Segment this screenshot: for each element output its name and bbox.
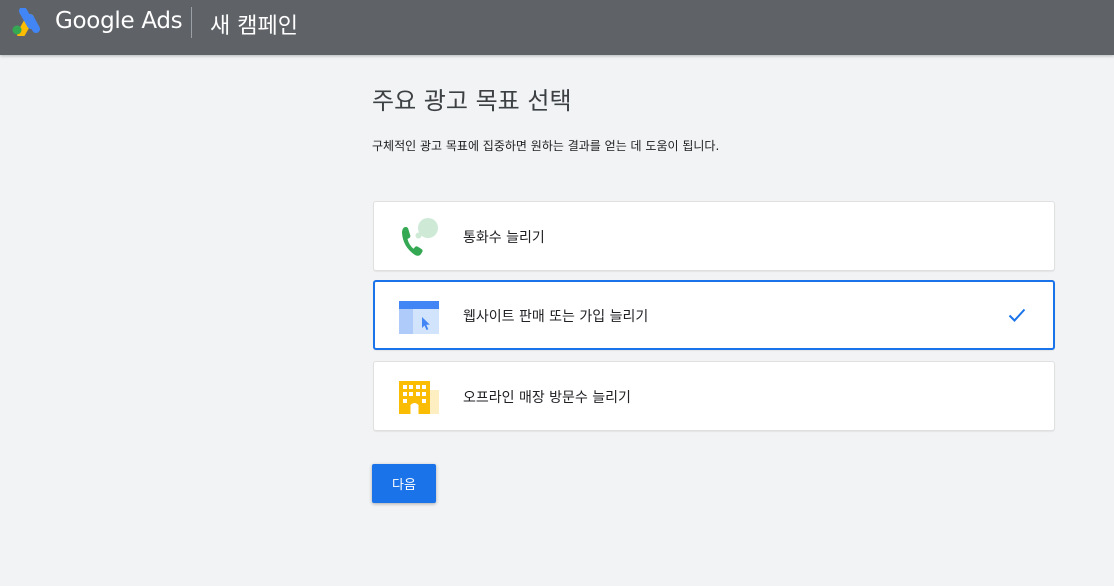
header-divider	[191, 7, 192, 38]
page-title: 주요 광고 목표 선택	[372, 87, 572, 115]
goal-option-label: 오프라인 매장 방문수 늘리기	[463, 390, 631, 406]
store-building-icon	[399, 381, 439, 414]
goal-option-website[interactable]: 웹사이트 판매 또는 가입 늘리기	[373, 280, 1055, 350]
google-ads-logo-icon[interactable]	[11, 8, 41, 36]
goal-option-calls[interactable]: 통화수 늘리기	[373, 201, 1055, 271]
goal-option-label: 웹사이트 판매 또는 가입 늘리기	[463, 309, 649, 325]
top-app-bar: Google Ads 새 캠페인	[0, 0, 1114, 55]
brand-name[interactable]: Google Ads	[55, 8, 183, 34]
phone-call-icon	[402, 218, 438, 256]
check-icon	[1008, 308, 1026, 322]
next-button[interactable]: 다음	[372, 464, 436, 503]
campaign-title: 새 캠페인	[210, 14, 298, 39]
goal-option-store-visits[interactable]: 오프라인 매장 방문수 늘리기	[373, 361, 1055, 431]
page-subtitle: 구체적인 광고 목표에 집중하면 원하는 결과를 얻는 데 도움이 됩니다.	[372, 139, 720, 153]
website-click-icon	[399, 301, 439, 334]
goal-option-label: 통화수 늘리기	[463, 230, 545, 246]
